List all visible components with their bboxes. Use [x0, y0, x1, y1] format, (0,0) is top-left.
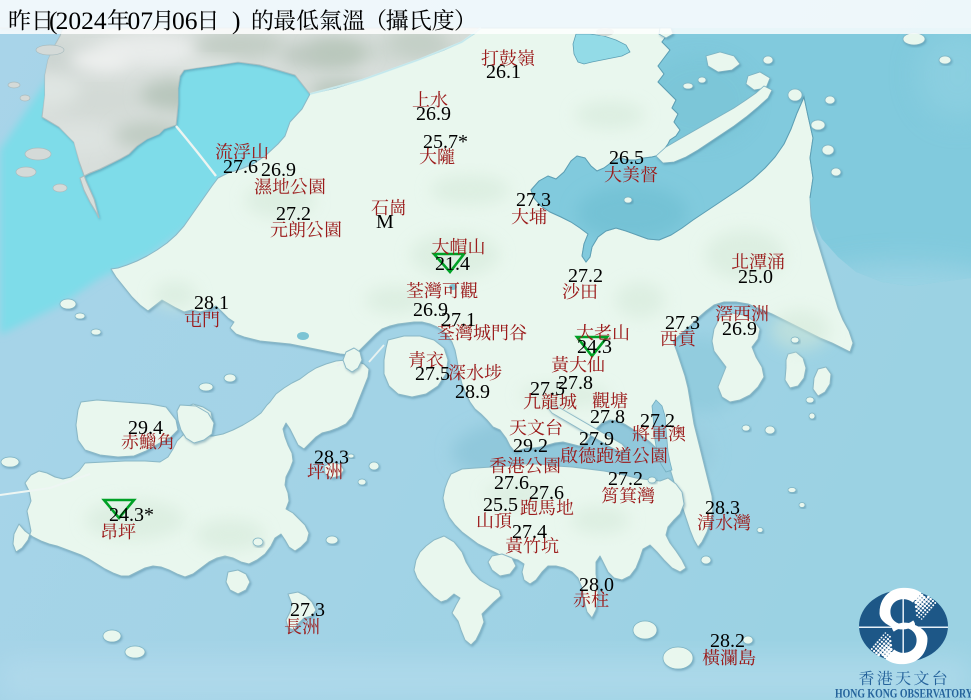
- svg-text:M: M: [376, 211, 394, 233]
- svg-text:21.4: 21.4: [435, 253, 470, 275]
- svg-text:29.4: 29.4: [128, 417, 163, 439]
- svg-text:26.1: 26.1: [486, 61, 521, 83]
- svg-text:28.3: 28.3: [705, 497, 740, 519]
- svg-text:26.9: 26.9: [722, 318, 757, 340]
- svg-text:26.9: 26.9: [261, 159, 296, 181]
- svg-text:07: 07: [128, 6, 154, 35]
- svg-text:27.6: 27.6: [529, 482, 564, 504]
- svg-text:27.2: 27.2: [640, 410, 675, 432]
- svg-text:25.5: 25.5: [483, 494, 518, 516]
- svg-text:27.3: 27.3: [665, 312, 700, 334]
- svg-text:28.1: 28.1: [194, 292, 229, 314]
- svg-text:27.4: 27.4: [512, 521, 547, 543]
- svg-text:26.5: 26.5: [609, 147, 644, 169]
- svg-text:29.2: 29.2: [513, 435, 548, 457]
- svg-text:27.6: 27.6: [494, 472, 529, 494]
- svg-text:06: 06: [172, 6, 198, 35]
- svg-text:24.3*: 24.3*: [109, 504, 154, 526]
- svg-text:27.3: 27.3: [516, 189, 551, 211]
- svg-text:27.2: 27.2: [568, 265, 603, 287]
- svg-text:28.3: 28.3: [314, 447, 349, 469]
- svg-text:27.2: 27.2: [276, 203, 311, 225]
- svg-text:27.9: 27.9: [579, 428, 614, 450]
- svg-text:24.3: 24.3: [577, 336, 612, 358]
- svg-text:27.2: 27.2: [608, 468, 643, 490]
- svg-text:): ): [232, 6, 241, 35]
- svg-text:27.3: 27.3: [290, 599, 325, 621]
- svg-text:28.9: 28.9: [455, 381, 490, 403]
- svg-text:27.5: 27.5: [415, 363, 450, 385]
- svg-text:2024: 2024: [56, 6, 107, 35]
- svg-text:27.8: 27.8: [590, 406, 625, 428]
- svg-text:25.7*: 25.7*: [423, 131, 468, 153]
- svg-text:26.9: 26.9: [416, 103, 451, 125]
- svg-text:27.6: 27.6: [223, 156, 258, 178]
- svg-text:27.5: 27.5: [530, 378, 565, 400]
- svg-text:28.2: 28.2: [710, 630, 745, 652]
- svg-text:25.0: 25.0: [738, 266, 773, 288]
- svg-text:27.1: 27.1: [441, 309, 476, 331]
- svg-text:HONG KONG OBSERVATORY: HONG KONG OBSERVATORY: [835, 688, 971, 700]
- svg-text:28.0: 28.0: [579, 574, 614, 596]
